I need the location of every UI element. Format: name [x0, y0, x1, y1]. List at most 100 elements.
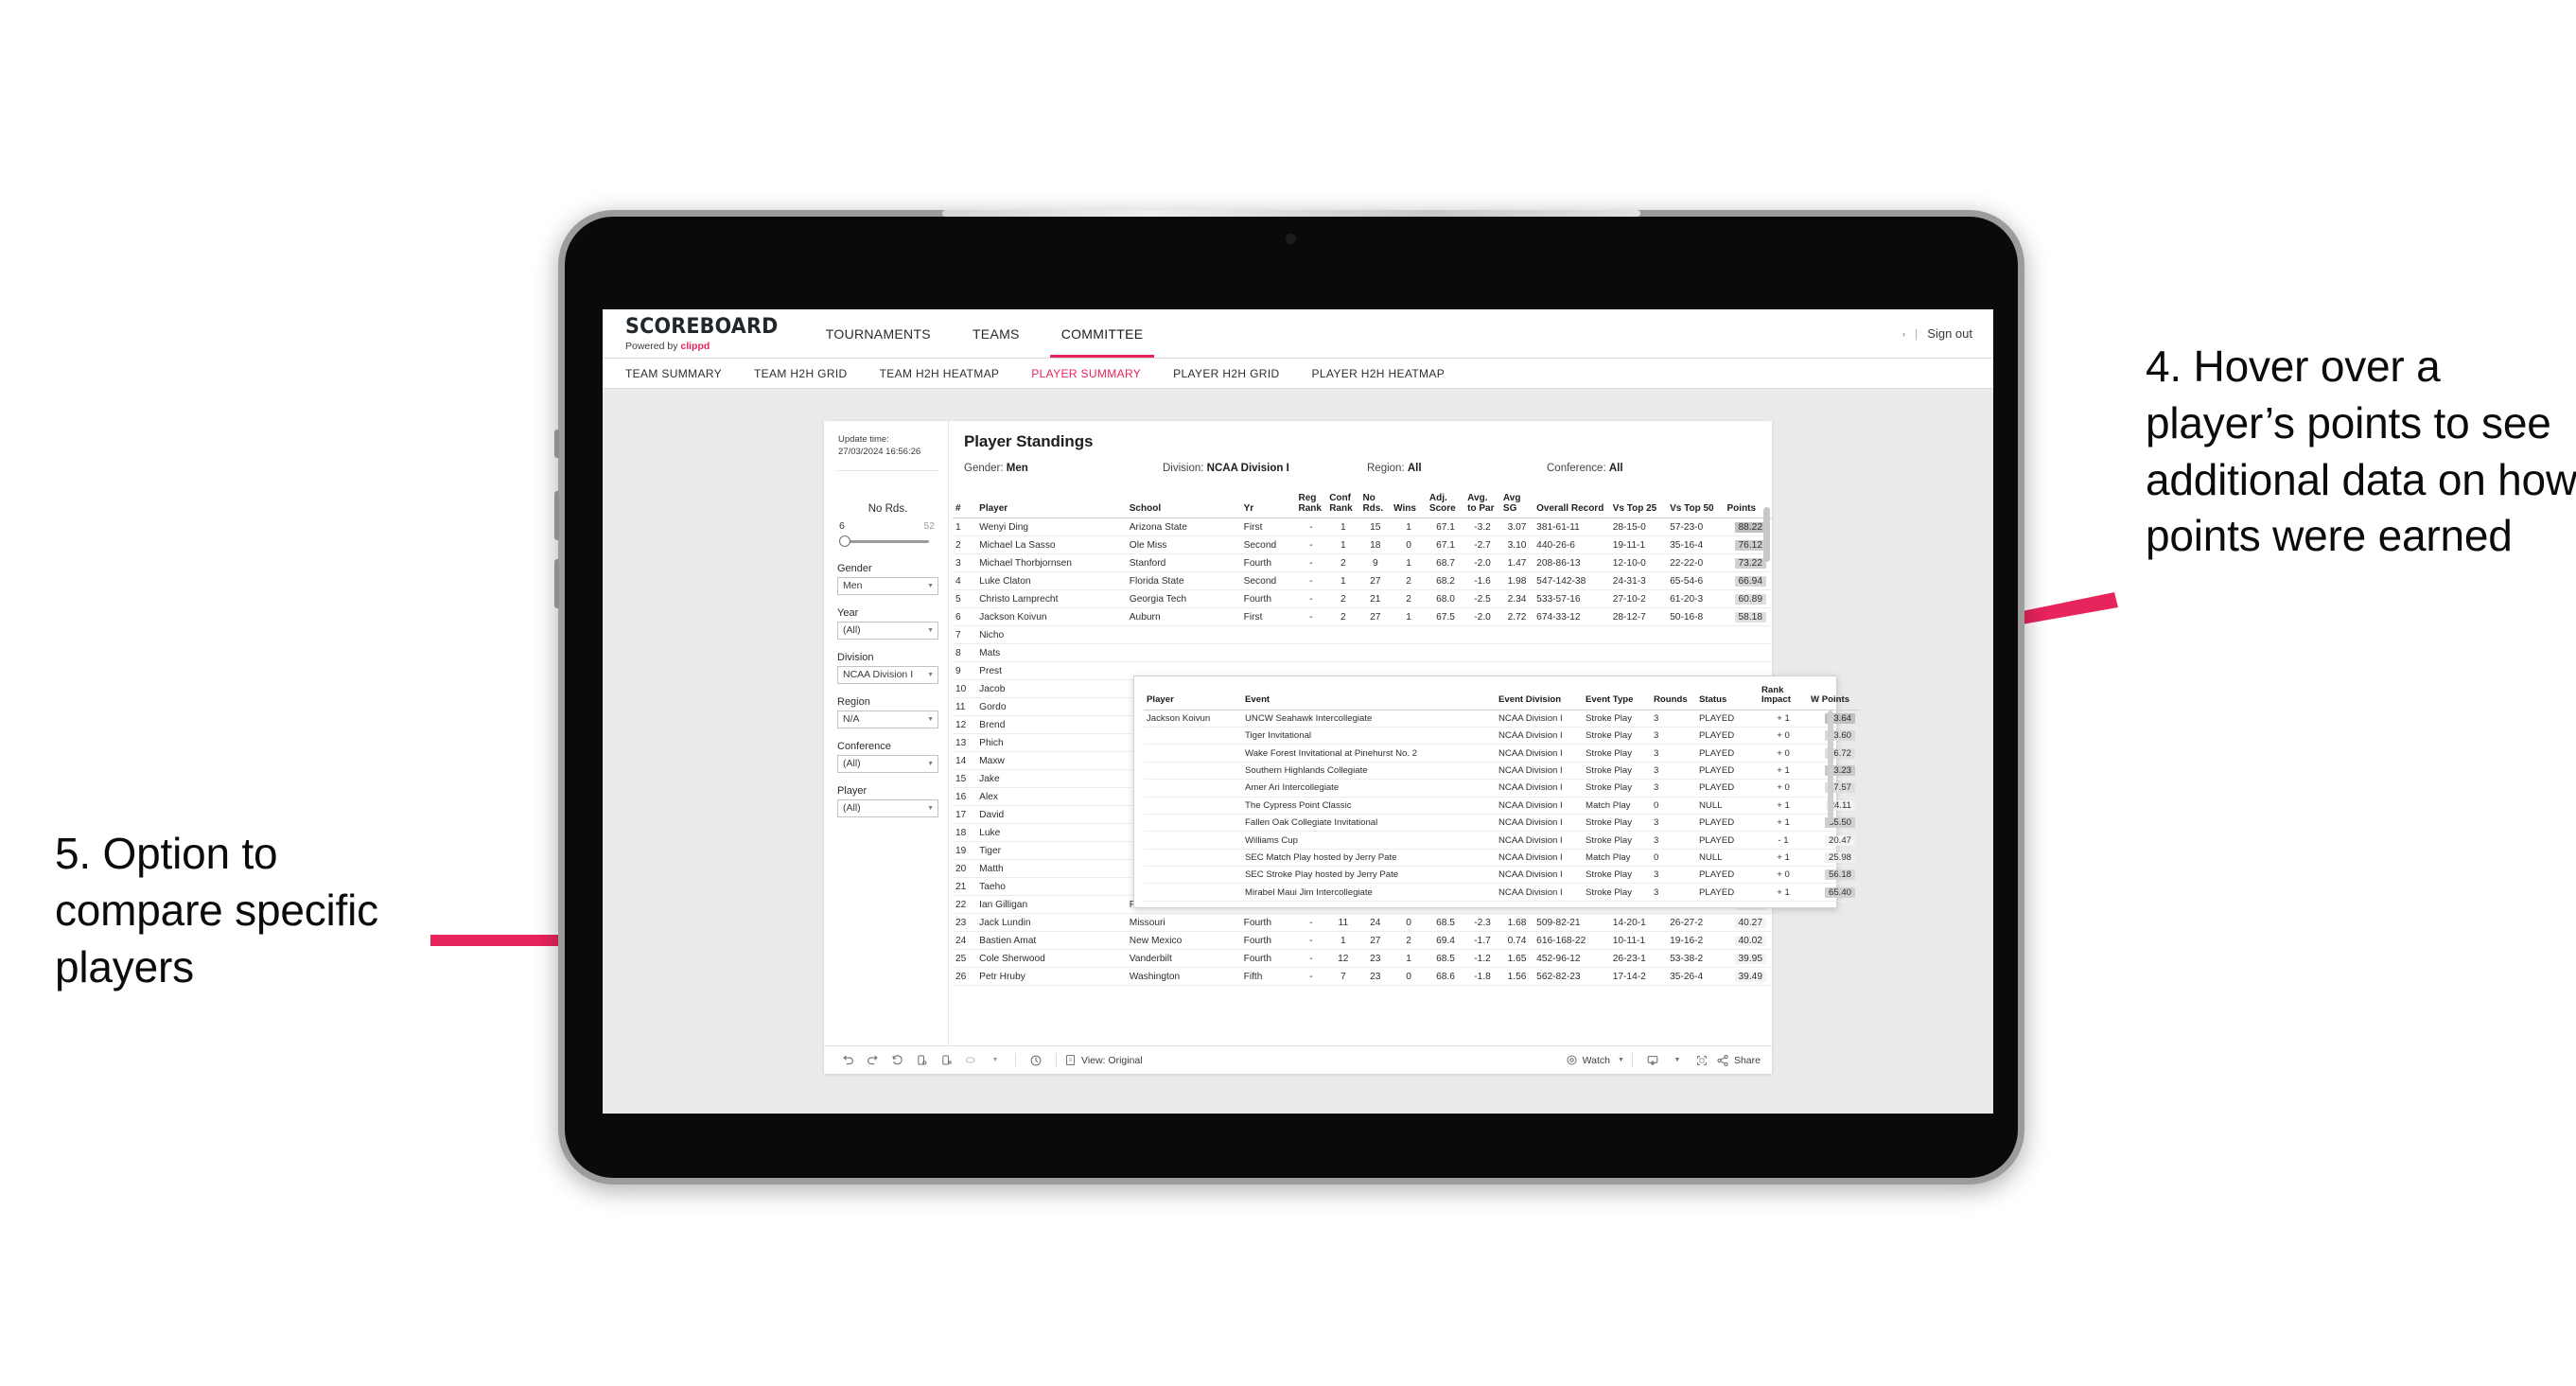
refresh-icon[interactable]: [909, 1048, 934, 1073]
cell-reg: -: [1295, 931, 1327, 950]
filter-player-select[interactable]: (All) ▼: [837, 798, 938, 817]
table-row[interactable]: 3 Michael Thorbjornsen Stanford Fourth -2 9 1 6…: [953, 553, 1772, 572]
filter-region-select[interactable]: N/A ▼: [837, 710, 938, 728]
filter-division-select[interactable]: NCAA Division I ▼: [837, 665, 938, 684]
filter-conference-select[interactable]: (All) ▼: [837, 754, 938, 773]
tooltip-scrollbar-thumb[interactable]: [1828, 710, 1833, 824]
redo-icon[interactable]: [860, 1048, 885, 1073]
slider-handle[interactable]: [839, 535, 850, 547]
table-row[interactable]: 1 Wenyi Ding Arizona State First -1 15 1 67.1 -3…: [953, 518, 1772, 536]
col-avg-sg[interactable]: Avg SG: [1499, 489, 1534, 518]
cell-rds: 27: [1359, 931, 1392, 950]
tt-cell-type: Stroke Play: [1583, 727, 1651, 746]
col-yr[interactable]: Yr: [1240, 489, 1296, 518]
cell-sg: 2.34: [1499, 589, 1534, 608]
col-overall-rec[interactable]: Overall Record: [1533, 489, 1610, 518]
meta-conference-key: Conference:: [1547, 463, 1609, 474]
pause-auto-update-icon[interactable]: [1024, 1048, 1048, 1073]
tt-cell-rank: + 0: [1759, 727, 1808, 746]
points-value[interactable]: 39.95: [1734, 953, 1766, 964]
tooltip-scrollbar[interactable]: [1828, 710, 1833, 886]
table-row[interactable]: 8 Mats: [953, 643, 1772, 662]
chevron-right-icon[interactable]: ›: [1902, 329, 1905, 339]
tab-team-summary[interactable]: TEAM SUMMARY: [625, 367, 739, 380]
cell-conf: 1: [1326, 535, 1360, 554]
cell-reg: [1295, 643, 1327, 662]
device-button-volume-down[interactable]: [554, 559, 559, 608]
col-avg-to-par[interactable]: Avg. to Par: [1464, 489, 1500, 518]
points-value[interactable]: 66.94: [1734, 575, 1766, 587]
col-no-rds[interactable]: No Rds.: [1359, 489, 1392, 518]
points-value[interactable]: 73.22: [1734, 557, 1766, 569]
download-caret-icon[interactable]: ▼: [1665, 1048, 1690, 1073]
table-row[interactable]: 7 Nicho: [953, 625, 1772, 644]
col-player[interactable]: Player: [976, 489, 1127, 518]
filter-conference-value: (All): [843, 758, 861, 770]
points-value[interactable]: 60.89: [1734, 593, 1766, 605]
tab-player-h2h-grid[interactable]: PLAYER H2H GRID: [1173, 367, 1296, 380]
cell-sg: 1.65: [1499, 949, 1534, 968]
tt-cell-event: Mirabel Maui Jim Intercollegiate: [1242, 883, 1496, 902]
custom-views-icon[interactable]: [958, 1048, 983, 1073]
table-row[interactable]: 24 Bastien Amat New Mexico Fourth -1 27 2 69.4-…: [953, 931, 1772, 950]
points-value[interactable]: 40.02: [1734, 935, 1766, 946]
undo-icon[interactable]: [835, 1048, 860, 1073]
col-conf-rank[interactable]: Conf Rank: [1326, 489, 1360, 518]
cell-par: -2.7: [1464, 535, 1500, 554]
table-row[interactable]: 23 Jack Lundin Missouri Fourth -11 24 0 68.5 -2.…: [953, 913, 1772, 932]
filter-gender-select[interactable]: Men ▼: [837, 576, 938, 595]
table-scrollbar-thumb[interactable]: [1763, 506, 1770, 562]
col-adj-score[interactable]: Adj. Score: [1426, 489, 1465, 518]
points-value[interactable]: 76.12: [1734, 539, 1766, 551]
tt-cell-status: PLAYED: [1696, 883, 1759, 902]
filter-year-select[interactable]: (All) ▼: [837, 621, 938, 640]
watch-button[interactable]: Watch ▼: [1566, 1054, 1624, 1066]
table-row[interactable]: 25 Cole Sherwood Vanderbilt Fourth -12 23 1 68.…: [953, 949, 1772, 968]
sign-out-link[interactable]: Sign out: [1927, 326, 1972, 341]
col-school[interactable]: School: [1126, 489, 1241, 518]
col-wins[interactable]: Wins: [1391, 489, 1427, 518]
col-rank[interactable]: #: [953, 489, 977, 518]
col-vs-top-25[interactable]: Vs Top 25: [1609, 489, 1668, 518]
table-row[interactable]: 5 Christo Lamprecht Georgia Tech Fourth -2 21…: [953, 589, 1772, 608]
tab-player-summary[interactable]: PLAYER SUMMARY: [1031, 367, 1158, 380]
points-value[interactable]: 39.49: [1734, 971, 1766, 982]
fullscreen-icon[interactable]: [1690, 1048, 1714, 1073]
points-value[interactable]: 40.27: [1734, 917, 1766, 928]
tt-cell-player: [1144, 779, 1242, 798]
points-value[interactable]: 88.22: [1734, 521, 1766, 533]
col-reg-rank[interactable]: Reg Rank: [1295, 489, 1327, 518]
tt-cell-type: Match Play: [1583, 849, 1651, 868]
pause-refresh-icon[interactable]: [934, 1048, 958, 1073]
table-row[interactable]: 2 Michael La Sasso Ole Miss Second -1 18 0 67.1…: [953, 535, 1772, 554]
nav-item-committee[interactable]: COMMITTEE: [1041, 309, 1165, 358]
cell-adj: [1426, 643, 1465, 662]
download-icon[interactable]: [1640, 1048, 1665, 1073]
cell-wins: 0: [1391, 913, 1427, 932]
device-button-mute[interactable]: [554, 430, 559, 458]
cell-wins: [1391, 643, 1427, 662]
share-button[interactable]: Share: [1716, 1054, 1761, 1067]
device-button-volume-up[interactable]: [554, 491, 559, 540]
table-row[interactable]: 4 Luke Claton Florida State Second -1 27 2 68.2…: [953, 571, 1772, 590]
points-value[interactable]: 58.18: [1734, 611, 1766, 623]
nav-item-tournaments[interactable]: TOURNAMENTS: [805, 309, 952, 358]
cell-t25: 10-11-1: [1609, 931, 1668, 950]
tab-team-h2h-heatmap[interactable]: TEAM H2H HEATMAP: [880, 367, 1017, 380]
custom-views-caret-icon[interactable]: ▼: [983, 1048, 1008, 1073]
tt-cell-rank: - 1: [1759, 831, 1808, 850]
nav-item-teams[interactable]: TEAMS: [952, 309, 1041, 358]
cell-par: -2.0: [1464, 553, 1500, 572]
tt-cell-status: NULL: [1696, 849, 1759, 868]
app-logo[interactable]: SCOREBOARD Powered by clippd: [603, 309, 805, 358]
table-row[interactable]: 26 Petr Hruby Washington Fifth -7 23 0 68.6 -1.8…: [953, 967, 1772, 986]
tab-team-h2h-grid[interactable]: TEAM H2H GRID: [754, 367, 865, 380]
revert-icon[interactable]: [885, 1048, 909, 1073]
col-vs-top-50[interactable]: Vs Top 50: [1667, 489, 1725, 518]
tab-player-h2h-heatmap[interactable]: PLAYER H2H HEATMAP: [1312, 367, 1463, 380]
meta-conference: Conference: All: [1547, 463, 1623, 474]
table-row[interactable]: 6 Jackson Koivun Auburn First -2 27 1 67.5 -2.0 2…: [953, 607, 1772, 626]
cell-t50: 22-22-0: [1667, 553, 1725, 572]
view-original-button[interactable]: View: Original: [1064, 1054, 1143, 1066]
no-rounds-slider[interactable]: [839, 535, 935, 548]
